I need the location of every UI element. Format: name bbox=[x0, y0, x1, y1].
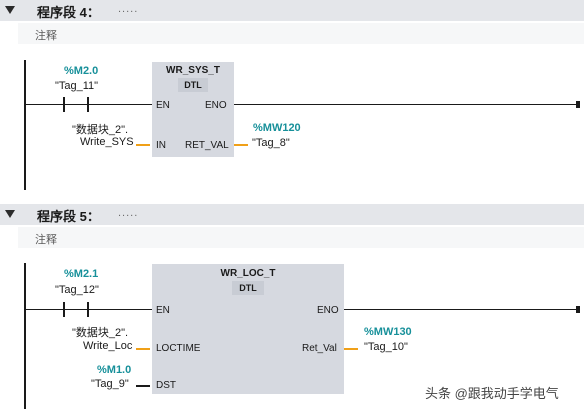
contact-address[interactable]: %M2.1 bbox=[64, 268, 98, 280]
out-tag[interactable]: "Tag_8" bbox=[252, 137, 290, 149]
network-dots[interactable]: ..... bbox=[118, 207, 138, 219]
pin-eno: ENO bbox=[205, 100, 227, 111]
comment-label: 注释 bbox=[35, 30, 57, 42]
watermark: 头条 @跟我动手学电气 bbox=[425, 386, 559, 401]
pin-in: IN bbox=[156, 140, 166, 151]
rung-wire bbox=[26, 104, 152, 105]
dst-address[interactable]: %M1.0 bbox=[97, 364, 131, 376]
pin-ret-val: Ret_Val bbox=[302, 343, 337, 354]
network-4-header[interactable]: 程序段 4： ..... bbox=[0, 0, 584, 21]
power-rail bbox=[24, 263, 26, 409]
contact-left-bar[interactable] bbox=[63, 302, 65, 317]
pin-dst: DST bbox=[156, 380, 176, 391]
contact-tag[interactable]: "Tag_11" bbox=[55, 80, 98, 92]
comment-label: 注释 bbox=[35, 234, 57, 246]
eno-wire bbox=[344, 309, 580, 310]
block-name: WR_LOC_T bbox=[220, 268, 276, 279]
contact-tag[interactable]: "Tag_12" bbox=[55, 284, 99, 296]
dst-tag[interactable]: "Tag_9" bbox=[91, 378, 129, 390]
wr-loc-t-block[interactable]: WR_LOC_T DTL EN ENO LOCTIME Ret_Val DST bbox=[152, 264, 344, 394]
network-5-comment[interactable]: 注释 bbox=[18, 227, 584, 248]
pin-en: EN bbox=[156, 100, 170, 111]
in-connector bbox=[136, 144, 150, 146]
network-5-header[interactable]: 程序段 5： ..... bbox=[0, 204, 584, 225]
out-tag[interactable]: "Tag_10" bbox=[364, 341, 408, 353]
network-title: 程序段 4： bbox=[37, 5, 100, 20]
power-rail bbox=[24, 60, 26, 190]
block-type[interactable]: DTL bbox=[232, 281, 264, 295]
out-connector bbox=[344, 348, 358, 350]
wr-sys-t-block[interactable]: WR_SYS_T DTL EN ENO IN RET_VAL bbox=[152, 62, 234, 157]
wire-end bbox=[576, 306, 580, 313]
contact-right-bar[interactable] bbox=[87, 97, 89, 112]
pin-eno: ENO bbox=[317, 305, 339, 316]
network-dots[interactable]: ..... bbox=[118, 3, 138, 15]
in-operand-line1[interactable]: "数据块_2". bbox=[72, 121, 128, 137]
contact-right-bar[interactable] bbox=[87, 302, 89, 317]
dst-connector bbox=[136, 385, 150, 387]
pin-ret-val: RET_VAL bbox=[185, 140, 229, 151]
out-address[interactable]: %MW120 bbox=[253, 122, 301, 134]
contact-left-bar[interactable] bbox=[63, 97, 65, 112]
block-name: WR_SYS_T bbox=[166, 65, 220, 76]
out-address[interactable]: %MW130 bbox=[364, 326, 412, 338]
in-operand-line2[interactable]: Write_SYS bbox=[80, 136, 134, 148]
rung-wire bbox=[26, 309, 152, 310]
loctime-connector bbox=[136, 348, 150, 350]
network-4-comment[interactable]: 注释 bbox=[18, 23, 584, 44]
collapse-triangle-icon[interactable] bbox=[5, 6, 15, 14]
pin-loctime: LOCTIME bbox=[156, 343, 201, 354]
contact-address[interactable]: %M2.0 bbox=[64, 65, 98, 77]
in-operand-line2[interactable]: Write_Loc bbox=[83, 340, 132, 352]
eno-wire bbox=[234, 104, 580, 105]
network-title: 程序段 5： bbox=[37, 209, 100, 224]
block-type[interactable]: DTL bbox=[178, 78, 208, 92]
out-connector bbox=[234, 144, 248, 146]
in-operand-line1[interactable]: "数据块_2". bbox=[72, 324, 128, 340]
wire-end bbox=[576, 101, 580, 108]
collapse-triangle-icon[interactable] bbox=[5, 210, 15, 218]
pin-en: EN bbox=[156, 305, 170, 316]
